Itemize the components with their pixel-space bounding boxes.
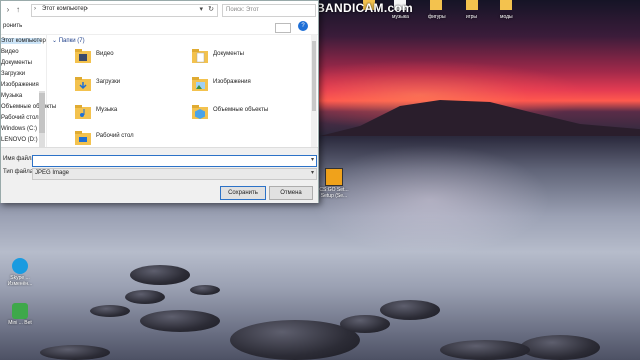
desktop-icon-app[interactable]: Mini ... Bet (4, 303, 36, 326)
forward-button[interactable]: › (4, 5, 12, 15)
downloads-folder-icon (75, 77, 91, 91)
rock (125, 290, 165, 304)
search-input[interactable]: Поиск: Этот (222, 4, 316, 17)
rock (130, 265, 190, 285)
desktop-label-games: игры (466, 14, 477, 20)
rock (520, 335, 600, 360)
rock (190, 285, 220, 295)
folder-item-3d-objects[interactable]: Объемные объекты (191, 103, 301, 123)
view-options-button[interactable] (275, 23, 291, 33)
folders-group-header[interactable]: ⌄ Папки (7) (52, 37, 85, 44)
help-icon[interactable]: ? (298, 21, 308, 31)
address-path: Этот компьютер (42, 6, 87, 12)
search-placeholder: Поиск: Этот (226, 6, 259, 13)
address-bar[interactable]: › Этот компьютер › ▾ ↻ (31, 4, 218, 17)
folder-item-downloads[interactable]: Загрузки (74, 75, 184, 95)
rock (140, 310, 220, 332)
sidebar-item-music[interactable]: Музыка (1, 93, 22, 99)
folder-item-documents[interactable]: Документы (191, 47, 301, 67)
music-folder-icon (75, 105, 91, 119)
dropdown-arrow-icon: ▾ (310, 170, 314, 176)
cancel-button[interactable]: Отмена (269, 186, 313, 200)
csgo-icon (325, 168, 343, 186)
rock (40, 345, 110, 360)
navigation-pane: Этот компьютер Видео Документы Загрузки … (1, 35, 56, 179)
video-folder-icon (75, 49, 91, 63)
sidebar-item-video[interactable]: Видео (1, 49, 19, 55)
desktop-icon-skype[interactable]: Skype ... Изменён... (4, 258, 36, 287)
up-button[interactable]: ↑ (14, 5, 22, 15)
app-icon (12, 303, 28, 319)
folder-icon[interactable] (466, 0, 478, 10)
sidebar-item-downloads[interactable]: Загрузки (1, 71, 25, 77)
filename-input[interactable]: ▾ (32, 155, 317, 167)
sea-reflection (300, 140, 560, 260)
rock (90, 305, 130, 317)
desktop-folder-icon (75, 131, 91, 145)
desktop-label-shapes: фигуры (428, 14, 446, 20)
organize-button[interactable]: ронить (3, 23, 22, 29)
sidebar-item-desktop[interactable]: Рабочий стол (1, 115, 39, 121)
rock (380, 300, 440, 320)
dropdown-arrow-icon[interactable]: ▾ (311, 156, 314, 163)
refresh-icon[interactable]: ↻ (208, 5, 214, 13)
sidebar-item-this-pc[interactable]: Этот компьютер (1, 38, 46, 44)
scrollbar-thumb[interactable] (39, 93, 45, 133)
sidebar-item-documents[interactable]: Документы (1, 60, 32, 66)
content-scrollbar[interactable] (311, 35, 317, 147)
chevron-right-icon: › (86, 6, 88, 12)
pictures-folder-icon (192, 77, 208, 91)
sidebar-item-drive-c[interactable]: Windows (C:) (1, 126, 37, 132)
skype-icon (12, 258, 28, 274)
filetype-select[interactable]: JPEG Image ▾ (32, 168, 317, 180)
desktop-label-mods: моды (500, 14, 513, 20)
folder-item-pictures[interactable]: Изображения (191, 75, 301, 95)
folder-view: ⌄ Папки (7) Видео Документы Загрузки Изо… (48, 35, 313, 147)
sidebar-item-drive-d[interactable]: LENOVO (D:) (1, 137, 38, 143)
folder-icon[interactable] (500, 0, 512, 10)
save-dialog: › ↑ › Этот компьютер › ▾ ↻ Поиск: Этот р… (0, 0, 319, 203)
scrollbar-thumb[interactable] (312, 41, 316, 111)
save-button[interactable]: Сохранить (220, 186, 266, 200)
desktop-icon-csgo[interactable]: CS:GO Set... Setup (Se... (318, 168, 350, 199)
folder-icon[interactable] (430, 0, 442, 10)
3d-objects-folder-icon (192, 105, 208, 119)
folder-item-video[interactable]: Видео (74, 47, 184, 67)
rock (340, 315, 390, 333)
chevron-down-icon: ⌄ (52, 38, 59, 44)
folder-item-music[interactable]: Музыка (74, 103, 184, 123)
mountain-silhouette (320, 100, 640, 136)
sidebar-item-pictures[interactable]: Изображения (1, 82, 39, 88)
address-row: › ↑ › Этот компьютер › ▾ ↻ Поиск: Этот (1, 1, 318, 19)
rock (440, 340, 530, 360)
chevron-right-icon: › (34, 6, 36, 12)
documents-folder-icon (192, 49, 208, 63)
toolbar: ронить ? (1, 20, 318, 35)
save-options: Имя файла: ▾ Тип файла: JPEG Image ▾ Сох… (1, 147, 318, 203)
filetype-label: Тип файла: (3, 169, 35, 175)
dropdown-arrow-icon[interactable]: ▾ (199, 5, 203, 13)
folder-item-desktop[interactable]: Рабочий стол (74, 129, 184, 147)
